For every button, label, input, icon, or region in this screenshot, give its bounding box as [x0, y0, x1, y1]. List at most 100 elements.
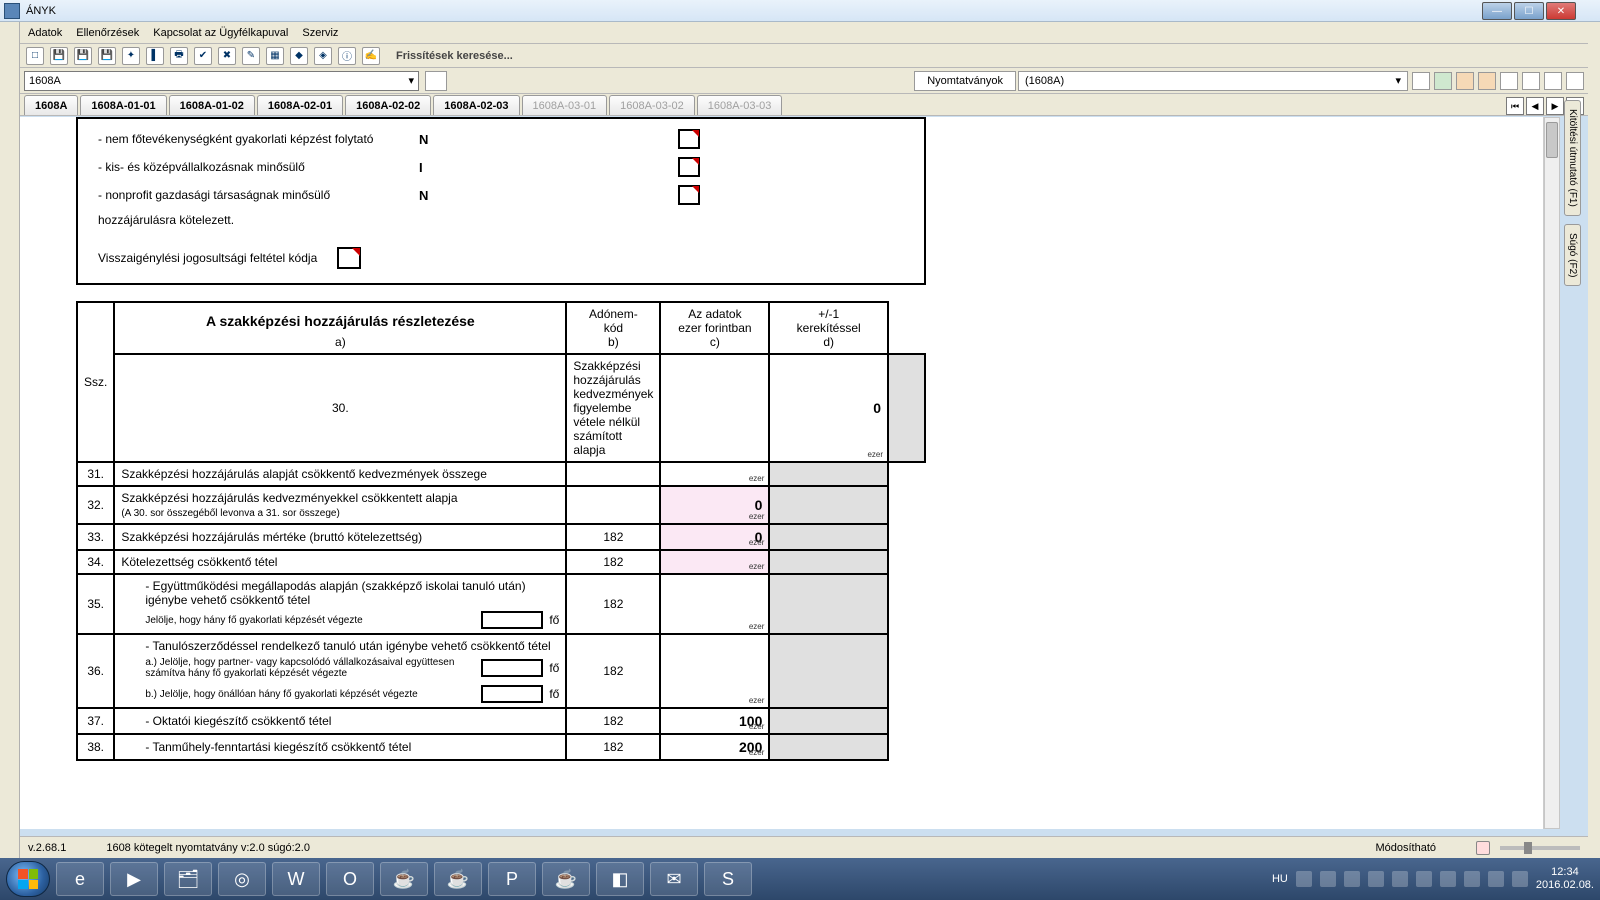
menu-ugyfelkapu[interactable]: Kapcsolat az Ügyfélkapuval	[153, 27, 288, 39]
task-java1-icon[interactable]: ☕	[380, 862, 428, 896]
opt-row2-field[interactable]: I	[678, 157, 700, 177]
mini-tool-3-icon[interactable]	[1456, 72, 1474, 90]
mini-tool-2-icon[interactable]	[1434, 72, 1452, 90]
tab-1608a-02-03[interactable]: 1608A-02-03	[433, 95, 519, 115]
vertical-scrollbar[interactable]	[1544, 117, 1560, 829]
tab-nav-prev-icon[interactable]: ◀	[1526, 97, 1544, 115]
tool-doc-icon[interactable]: ▌	[146, 47, 164, 65]
mini-tool-6-icon[interactable]	[1522, 72, 1540, 90]
row36b-fo-input[interactable]	[481, 685, 543, 703]
tab-1608a-03-03: 1608A-03-03	[697, 95, 783, 115]
minimize-button[interactable]: —	[1482, 2, 1512, 20]
form-canvas: - nem főtevékenységként gyakorlati képzé…	[20, 117, 1544, 829]
row38-value[interactable]: 200ezer	[660, 734, 769, 760]
task-app1-icon[interactable]: ◎	[218, 862, 266, 896]
task-mail-icon[interactable]: ✉	[650, 862, 698, 896]
task-word-icon[interactable]: W	[272, 862, 320, 896]
maximize-button[interactable]: ☐	[1514, 2, 1544, 20]
task-app2-icon[interactable]: ◧	[596, 862, 644, 896]
task-explorer-icon[interactable]: 🗂	[164, 862, 212, 896]
tab-1608a-01-01[interactable]: 1608A-01-01	[80, 95, 166, 115]
tool-print-icon[interactable]: 🖶	[170, 47, 188, 65]
vissz-field[interactable]	[337, 247, 361, 269]
close-button[interactable]: ✕	[1546, 2, 1576, 20]
tool-module-icon[interactable]: ▦	[266, 47, 284, 65]
tool-cancel-icon[interactable]: ✖	[218, 47, 236, 65]
tray-icon-5[interactable]	[1392, 871, 1408, 887]
tray-icon-4[interactable]	[1368, 871, 1384, 887]
task-ppt-icon[interactable]: P	[488, 862, 536, 896]
menu-adatok[interactable]: Adatok	[28, 27, 62, 39]
tray-icon-3[interactable]	[1344, 871, 1360, 887]
zoom-slider[interactable]	[1500, 846, 1580, 850]
mini-tool-7-icon[interactable]	[1544, 72, 1562, 90]
row32-value[interactable]: 0ezer	[660, 486, 769, 524]
tool-saveas-icon[interactable]: 💾	[74, 47, 92, 65]
menu-szerviz[interactable]: Szerviz	[302, 27, 338, 39]
task-java2-icon[interactable]: ☕	[434, 862, 482, 896]
tray-lang[interactable]: HU	[1272, 873, 1288, 885]
tray-icon-9[interactable]	[1488, 871, 1504, 887]
side-tab-help-f2[interactable]: Súgó (F2)	[1564, 224, 1581, 286]
tray-icon-10[interactable]	[1512, 871, 1528, 887]
tray-icon-8[interactable]	[1464, 871, 1480, 887]
status-icon-1[interactable]	[1476, 841, 1490, 855]
table-row: 34. Kötelezettség csökkentő tétel 182 ez…	[77, 550, 925, 574]
tool-misc1-icon[interactable]: ◆	[290, 47, 308, 65]
side-tab-help-f1[interactable]: Kitöltési útmutató (F1)	[1564, 100, 1581, 216]
form-select-aux-button[interactable]	[425, 71, 447, 91]
tool-saveall-icon[interactable]: 💾	[98, 47, 116, 65]
start-button[interactable]	[6, 861, 50, 897]
row36-value[interactable]: ezer	[660, 634, 769, 708]
opt-row3-field[interactable]: N	[678, 185, 700, 205]
row35-value[interactable]: ezer	[660, 574, 769, 634]
options-frame: - nem főtevékenységként gyakorlati képzé…	[76, 117, 926, 285]
tool-new-icon[interactable]: □	[26, 47, 44, 65]
tray-clock[interactable]: 12:34 2016.02.08.	[1536, 866, 1594, 892]
row30-value[interactable]: 0ezer	[769, 354, 888, 462]
tray-icon-1[interactable]	[1296, 871, 1312, 887]
task-ie-icon[interactable]: e	[56, 862, 104, 896]
tab-1608a-02-01[interactable]: 1608A-02-01	[257, 95, 343, 115]
mini-tool-1-icon[interactable]	[1412, 72, 1430, 90]
menu-ellenorzesek[interactable]: Ellenőrzések	[76, 27, 139, 39]
row36a-fo-input[interactable]	[481, 659, 543, 677]
status-editable: Módosítható	[1375, 842, 1436, 854]
print-label[interactable]: Nyomtatványok	[914, 71, 1016, 91]
tab-nav-first-icon[interactable]: ⏮	[1506, 97, 1524, 115]
tool-save-icon[interactable]: 💾	[50, 47, 68, 65]
form-select[interactable]: 1608A	[24, 71, 419, 91]
row33-value[interactable]: 0ezer	[660, 524, 769, 550]
menubar: Adatok Ellenőrzések Kapcsolat az Ügyfélk…	[20, 22, 1588, 44]
tool-edit-icon[interactable]: ✎	[242, 47, 260, 65]
task-media-icon[interactable]: ▶	[110, 862, 158, 896]
tray-icon-7[interactable]	[1440, 871, 1456, 887]
tool-info-icon[interactable]: ⓘ	[338, 47, 356, 65]
scrollbar-thumb[interactable]	[1546, 122, 1558, 158]
opt-row1-field[interactable]: N	[678, 129, 700, 149]
taskbar: e ▶ 🗂 ◎ W O ☕ ☕ P ☕ ◧ ✉ S HU 12:34 2016.…	[0, 858, 1600, 900]
toolbar-message[interactable]: Frissítések keresése...	[396, 50, 513, 62]
tool-check-icon[interactable]: ✔	[194, 47, 212, 65]
row35-fo-input[interactable]	[481, 611, 543, 629]
task-java3-icon[interactable]: ☕	[542, 862, 590, 896]
mini-tool-5-icon[interactable]	[1500, 72, 1518, 90]
tool-misc2-icon[interactable]: ◈	[314, 47, 332, 65]
tab-1608a-02-02[interactable]: 1608A-02-02	[345, 95, 431, 115]
row31-value[interactable]: ezer	[660, 462, 769, 486]
task-outlook-icon[interactable]: O	[326, 862, 374, 896]
row37-value[interactable]: 100ezer	[660, 708, 769, 734]
tab-nav-next-icon[interactable]: ▶	[1546, 97, 1564, 115]
tool-wizard-icon[interactable]: ✦	[122, 47, 140, 65]
tab-1608a[interactable]: 1608A	[24, 95, 78, 115]
detail-table: Ssz. A szakképzési hozzájárulás részlete…	[76, 301, 926, 761]
tool-sign-icon[interactable]: ✍	[362, 47, 380, 65]
task-app3-icon[interactable]: S	[704, 862, 752, 896]
frame-right	[1588, 22, 1600, 858]
tab-1608a-01-02[interactable]: 1608A-01-02	[169, 95, 255, 115]
row34-value[interactable]: ezer	[660, 550, 769, 574]
tray-icon-2[interactable]	[1320, 871, 1336, 887]
mini-tool-4-icon[interactable]	[1478, 72, 1496, 90]
tray-icon-6[interactable]	[1416, 871, 1432, 887]
mini-tool-8-icon[interactable]	[1566, 72, 1584, 90]
